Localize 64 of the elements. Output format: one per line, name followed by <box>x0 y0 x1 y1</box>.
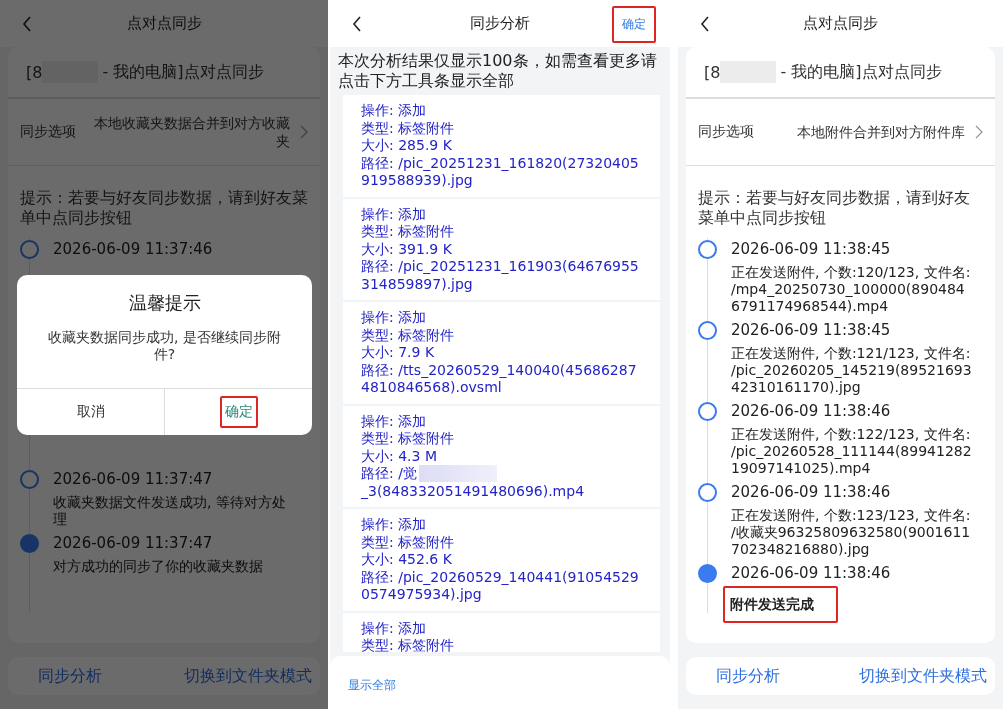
timestamp: 2026-06-09 11:38:45 <box>731 239 892 260</box>
footer-link[interactable]: 同步分析 <box>38 665 102 687</box>
status-message: 正在发送附件, 个数:122/123, 文件名: /pic_20260528_111144(8994128219097141025).mp4 <box>731 426 973 477</box>
status-message: 正在发送附件, 个数:123/123, 文件名: /收藏夹96325809632580(9001611702348216880).jpg <box>731 507 972 558</box>
hint-text: 提示：若要与好友同步数据，请到好友菜单中点同步按钮 <box>20 188 308 228</box>
timestamp: 2026-06-09 11:38:46 <box>731 563 892 584</box>
back-icon[interactable] <box>352 16 362 32</box>
operation-text: 操作: 添加 <box>361 102 428 120</box>
status-message: 收藏夹数据文件发送成功, 等待对方处理 <box>53 494 287 528</box>
status-message: 对方成功的同步了你的收藏夹数据 <box>53 558 264 575</box>
device-name: - 我的电脑]点对点同步 <box>780 61 942 83</box>
operation-text: 操作: 添加 <box>361 619 428 637</box>
dialog-button[interactable]: 确定 <box>219 396 258 428</box>
dialog-title: 温馨提示 <box>127 291 202 315</box>
operation-text: 操作: 添加 <box>361 516 428 534</box>
operation-text: 操作: 添加 <box>361 309 428 327</box>
screen-title: 同步分析 <box>470 14 530 33</box>
back-icon[interactable] <box>700 16 710 32</box>
screen-title: 点对点同步 <box>803 14 878 33</box>
notice-text: 本次分析结果仅显示100条，如需查看更多请点击下方工具条显示全部 <box>338 51 658 91</box>
operation-text: 操作: 添加 <box>361 412 428 430</box>
size-text: 大小: 391.9 K <box>361 240 453 258</box>
hint-text: 提示：若要与好友同步数据，请到好友菜单中点同步按钮 <box>698 188 971 228</box>
sync-option-row[interactable]: 同步选项 本地附件合并到对方附件库 <box>686 99 995 166</box>
type-text: 类型: 标签附件 <box>361 223 456 241</box>
type-text: 类型: 标签附件 <box>361 430 456 448</box>
status-message: 正在发送附件, 个数:121/123, 文件名: /pic_20260205_145219(8952169342310161170).jpg <box>731 345 973 396</box>
status-message: 附件发送完成 <box>723 586 838 623</box>
timestamp: 2026-06-09 11:38:45 <box>731 320 892 341</box>
device-name: - 我的电脑]点对点同步 <box>102 61 264 83</box>
footer-link[interactable]: 同步分析 <box>716 665 780 687</box>
path-text: 路径: /pic_20260529_140441(910545290574975934).jpg <box>361 568 640 604</box>
dialog-button[interactable]: 取消 <box>71 396 110 428</box>
timestamp: 2026-06-09 11:38:46 <box>731 401 892 422</box>
confirm-button[interactable]: 确定 <box>612 6 656 43</box>
timestamp: 2026-06-09 11:37:46 <box>53 239 214 260</box>
device-name: [8 <box>26 62 43 82</box>
chevron-icon <box>975 125 983 139</box>
size-text: 大小: 285.9 K <box>361 137 453 155</box>
show-all-link[interactable]: 显示全部 <box>348 678 396 692</box>
type-text: 类型: 标签附件 <box>361 119 456 137</box>
timestamp: 2026-06-09 11:37:47 <box>53 469 214 490</box>
sync-option-row[interactable]: 同步选项 本地收藏夹数据合并到对方收藏夹 <box>8 99 320 166</box>
type-text: 类型: 标签附件 <box>361 637 456 652</box>
path-text: _3(848332051491480696).mp4 <box>361 482 586 500</box>
type-text: 类型: 标签附件 <box>361 533 456 551</box>
dialog-message: 收藏夹数据同步成功, 是否继续同步附件? <box>47 329 282 364</box>
path-text: 路径: /pic_20251231_161903(64676955314859897).jpg <box>361 258 640 293</box>
footer-link[interactable]: 切换到文件夹模式 <box>859 665 987 687</box>
type-text: 类型: 标签附件 <box>361 326 456 344</box>
size-text: 大小: 7.9 K <box>361 344 436 362</box>
timestamp: 2026-06-09 11:38:46 <box>731 482 892 503</box>
operation-text: 操作: 添加 <box>361 205 428 223</box>
path-text: 路径: /tts_20260529_140040(456862874810846568).ovsml <box>361 361 638 397</box>
device-name: [8 <box>704 62 721 82</box>
size-text: 大小: 4.3 M <box>361 447 438 465</box>
timestamp: 2026-06-09 11:37:47 <box>53 533 214 554</box>
footer-link[interactable]: 切换到文件夹模式 <box>184 665 312 687</box>
path-text: 路径: /觉 <box>361 465 417 483</box>
screen-title: 点对点同步 <box>126 14 202 33</box>
size-text: 大小: 452.6 K <box>361 551 453 569</box>
chevron-icon <box>300 125 308 139</box>
status-message: 正在发送附件, 个数:120/123, 文件名: /mp4_20250730_100000(8904846791174968544).mp4 <box>731 264 972 315</box>
path-text: 路径: /pic_20251231_161820(27320405919588939).jpg <box>361 154 640 190</box>
